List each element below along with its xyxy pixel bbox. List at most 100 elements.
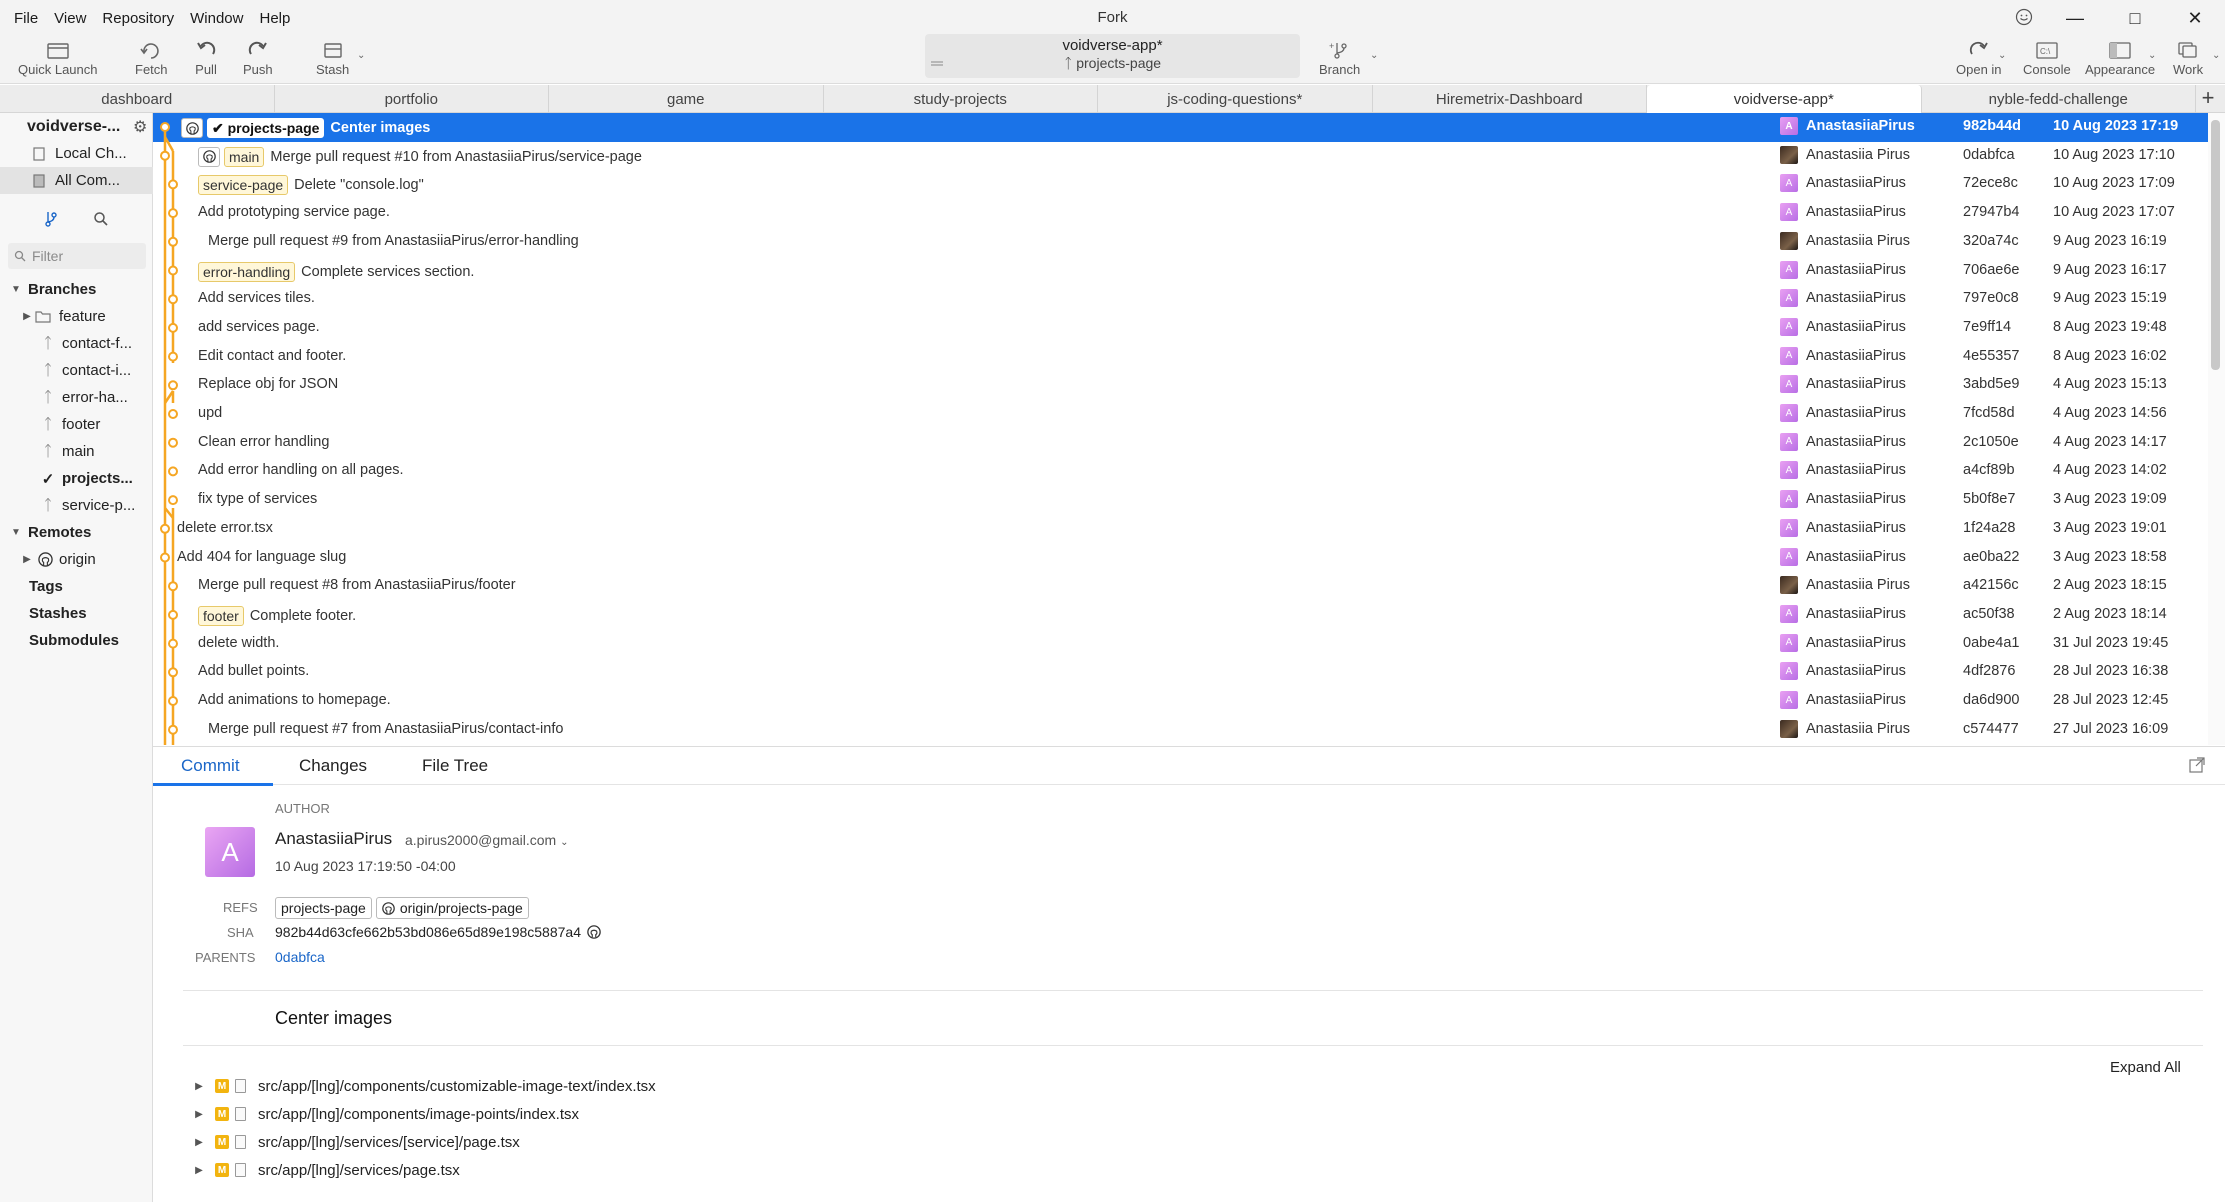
- branch-ref-badge[interactable]: ✔ projects-page: [207, 118, 325, 138]
- commit-row[interactable]: Merge pull request #7 from AnastasiiaPir…: [153, 716, 2208, 745]
- fetch-button[interactable]: Fetch: [135, 38, 168, 77]
- commit-row[interactable]: error-handling Complete services section.…: [153, 257, 2208, 286]
- sidebar-all-commits[interactable]: All Com...: [0, 167, 153, 194]
- sidebar-remote-origin[interactable]: ▶ origin: [0, 546, 153, 573]
- collapsed-triangle-icon[interactable]: ▶: [193, 1165, 205, 1176]
- commit-row[interactable]: Add 404 for language slug A AnastasiiaPiru…: [153, 544, 2208, 573]
- branch-ref-badge[interactable]: error-handling: [198, 261, 296, 282]
- commit-row[interactable]: Edit contact and footer. A AnastasiiaPirus…: [153, 343, 2208, 372]
- commit-author: A AnastasiiaPirus: [1780, 174, 1906, 193]
- commit-row[interactable]: Replace obj for JSON A AnastasiiaPirus 3abd…: [153, 371, 2208, 400]
- tab-nyble-fedd-challenge[interactable]: nyble-fedd-challenge: [1922, 85, 2196, 113]
- tab-commit[interactable]: Commit: [181, 756, 240, 776]
- sidebar-branch-service-page[interactable]: ᛏ service-p...: [0, 492, 153, 519]
- changed-file-row[interactable]: ▶ M src/app/[lng]/components/image-point…: [193, 1101, 579, 1127]
- tab-file-tree[interactable]: File Tree: [422, 756, 488, 776]
- branches-view-icon[interactable]: [44, 211, 58, 227]
- settings-gear-icon[interactable]: ⚙: [133, 117, 147, 137]
- commit-row[interactable]: Add bullet points. A AnastasiiaPirus 4df287…: [153, 658, 2208, 687]
- github-icon[interactable]: [587, 925, 601, 939]
- stash-button[interactable]: Stash: [316, 38, 349, 77]
- sidebar-branch-footer[interactable]: ᛏ footer: [0, 411, 153, 438]
- commit-list-scroll-thumb[interactable]: [2211, 120, 2220, 370]
- branch-ref-badge[interactable]: footer: [198, 605, 244, 626]
- tab-hiremetrix-dashboard[interactable]: Hiremetrix-Dashboard: [1373, 85, 1647, 113]
- branch-button[interactable]: + Branch: [1319, 38, 1360, 77]
- tab-changes[interactable]: Changes: [299, 756, 367, 776]
- minimize-icon[interactable]: —: [2045, 0, 2105, 36]
- commit-row[interactable]: footer Complete footer. A AnastasiiaPirus ac…: [153, 601, 2208, 630]
- collapsed-triangle-icon[interactable]: ▶: [193, 1081, 205, 1092]
- commit-row[interactable]: delete error.tsx A AnastasiiaPirus 1f24a28 3…: [153, 515, 2208, 544]
- changed-file-row[interactable]: ▶ M src/app/[lng]/components/customizabl…: [193, 1073, 656, 1099]
- appearance-dropdown-icon[interactable]: ⌄: [2148, 50, 2156, 61]
- commit-sha: 1f24a28: [1963, 519, 2016, 536]
- changed-file-row[interactable]: ▶ M src/app/[lng]/services/page.tsx: [193, 1157, 460, 1183]
- commit-row[interactable]: Merge pull request #9 from AnastasiiaPir…: [153, 228, 2208, 257]
- filter-input[interactable]: Filter: [8, 243, 146, 269]
- commit-row[interactable]: upd A AnastasiiaPirus 7fcd58d 4 Aug 2023 14:…: [153, 400, 2208, 429]
- sidebar-repo-header[interactable]: voidverse-... ⚙: [0, 113, 153, 140]
- commit-row[interactable]: Add error handling on all pages. A Anastas…: [153, 457, 2208, 486]
- commit-row[interactable]: delete width. A AnastasiiaPirus 0abe4a1 31 J…: [153, 630, 2208, 659]
- sidebar-branch-error-handling[interactable]: ᛏ error-ha...: [0, 384, 153, 411]
- commit-row[interactable]: Add prototyping service page. A Anastasiia…: [153, 199, 2208, 228]
- commit-row[interactable]: Merge pull request #8 from AnastasiiaPir…: [153, 572, 2208, 601]
- commit-row[interactable]: fix type of services A AnastasiiaPirus 5b0f…: [153, 486, 2208, 515]
- branch-ref-badge[interactable]: service-page: [198, 175, 289, 196]
- tab-js-coding-questions[interactable]: js-coding-questions*: [1098, 85, 1373, 113]
- sha-value[interactable]: 982b44d63cfe662b53bd086e65d89e198c5887a4: [275, 924, 601, 940]
- collapsed-triangle-icon[interactable]: ▶: [193, 1109, 205, 1120]
- commit-row[interactable]: Add services tiles. A AnastasiiaPirus 797e0…: [153, 285, 2208, 314]
- modified-badge: M: [215, 1135, 229, 1149]
- sidebar-tags[interactable]: Tags: [0, 573, 153, 600]
- push-button[interactable]: Push: [243, 38, 273, 77]
- sidebar-remotes-header[interactable]: ▼ Remotes: [0, 519, 153, 546]
- sidebar-stashes[interactable]: Stashes: [0, 600, 153, 627]
- feedback-smiley-icon[interactable]: [2015, 8, 2033, 26]
- popout-icon[interactable]: [2189, 757, 2205, 773]
- sidebar-branch-feature[interactable]: ▶ feature: [0, 303, 153, 330]
- changed-file-row[interactable]: ▶ M src/app/[lng]/services/[service]/pag…: [193, 1129, 520, 1155]
- commit-row[interactable]: service-page Delete "console.log" A Anastas…: [153, 170, 2208, 199]
- sidebar-branch-main[interactable]: ᛏ main: [0, 438, 153, 465]
- workspace-dropdown-icon[interactable]: ⌄: [2212, 50, 2220, 61]
- remote-ref-badge[interactable]: origin/projects-page: [375, 897, 529, 919]
- sidebar-branch-contact-info[interactable]: ᛏ contact-i...: [0, 357, 153, 384]
- sidebar-branch-projects-page[interactable]: ✓ projects...: [0, 465, 153, 492]
- sidebar-submodules[interactable]: Submodules: [0, 627, 153, 654]
- console-button[interactable]: C:\ Console: [2023, 38, 2071, 77]
- tab-voidverse-app[interactable]: voidverse-app*: [1647, 85, 1922, 113]
- sidebar-branches-header[interactable]: ▼ Branches: [0, 276, 153, 303]
- repository-selector[interactable]: voidverse-app* ᛏ projects-page: [925, 34, 1300, 78]
- open-in-dropdown-icon[interactable]: ⌄: [1998, 50, 2006, 61]
- tab-study-projects[interactable]: study-projects: [824, 85, 1098, 113]
- stash-dropdown-icon[interactable]: ⌄: [357, 50, 365, 61]
- sidebar-branch-contact-form[interactable]: ᛏ contact-f...: [0, 330, 153, 357]
- tab-portfolio[interactable]: portfolio: [275, 85, 549, 113]
- add-tab-icon[interactable]: +: [2197, 85, 2219, 113]
- commit-row[interactable]: ✔ projects-page Center images A AnastasiiaP…: [153, 113, 2208, 142]
- pull-button[interactable]: Pull: [192, 38, 220, 77]
- maximize-icon[interactable]: □: [2105, 0, 2165, 36]
- workspace-button[interactable]: Work: [2173, 38, 2203, 77]
- branch-dropdown-icon[interactable]: ⌄: [1370, 50, 1378, 61]
- search-icon[interactable]: [93, 211, 109, 227]
- parent-link[interactable]: 0dabfca: [275, 949, 325, 965]
- appearance-button[interactable]: Appearance: [2085, 38, 2155, 77]
- commit-row[interactable]: Clean error handling A AnastasiiaPirus 2c10…: [153, 429, 2208, 458]
- commit-row[interactable]: add services page. A AnastasiiaPirus 7e9ff1…: [153, 314, 2208, 343]
- ref-badge[interactable]: projects-page: [275, 897, 372, 919]
- close-icon[interactable]: ✕: [2165, 0, 2225, 36]
- quick-launch-button[interactable]: Quick Launch: [18, 38, 98, 77]
- tab-game[interactable]: game: [549, 85, 824, 113]
- commit-row[interactable]: Add animations to homepage. A AnastasiiaPi…: [153, 687, 2208, 716]
- sidebar-local-changes[interactable]: Local Ch...: [0, 140, 153, 167]
- tab-dashboard[interactable]: dashboard: [0, 85, 275, 113]
- open-in-button[interactable]: Open in: [1956, 38, 2002, 77]
- commit-row[interactable]: main Merge pull request #10 from Anastasi…: [153, 142, 2208, 171]
- collapsed-triangle-icon[interactable]: ▶: [193, 1137, 205, 1148]
- branch-ref-badge[interactable]: main: [224, 146, 265, 167]
- author-email[interactable]: a.pirus2000@gmail.com ⌄: [405, 832, 568, 848]
- expand-all-button[interactable]: Expand All: [2110, 1059, 2181, 1076]
